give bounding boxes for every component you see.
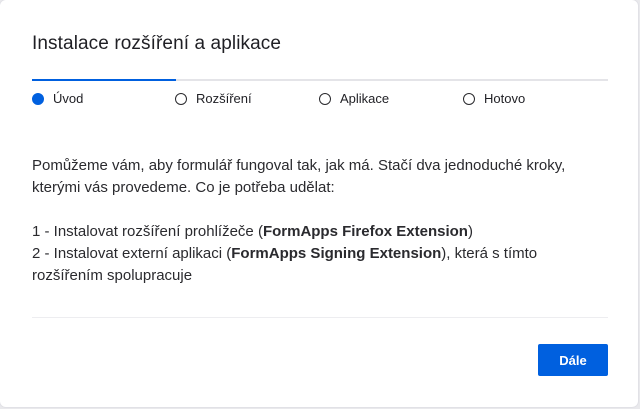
progress-bar [32, 79, 608, 81]
next-button[interactable]: Dále [538, 344, 608, 376]
step-uvod[interactable]: Úvod [32, 91, 83, 106]
step1-suffix: ) [467, 223, 473, 240]
step-label: Úvod [53, 91, 84, 106]
dialog-content: Pomůžeme vám, aby formulář fungoval tak,… [32, 155, 602, 287]
progress-bar-fill [32, 79, 176, 81]
step-radio-icon[interactable] [463, 92, 475, 105]
step-radio-icon[interactable] [175, 92, 187, 105]
footer-divider [32, 317, 608, 318]
step-rozsireni[interactable]: Rozšíření [175, 91, 252, 106]
step-radio-active-icon[interactable] [32, 92, 44, 105]
install-dialog: Instalace rozšíření a aplikace Úvod Rozš… [0, 0, 638, 407]
step-radio-icon[interactable] [319, 92, 331, 105]
step-hotovo[interactable]: Hotovo [463, 91, 525, 106]
step-label: Rozšíření [196, 91, 252, 106]
step2-app-name: FormApps Signing Extension [231, 245, 442, 262]
step2-prefix: 2 - Instalovat externí aplikaci ( [32, 245, 232, 262]
step1-prefix: 1 - Instalovat rozšíření prohlížeče ( [32, 223, 263, 240]
step2-text: 2 - Instalovat externí aplikaci (FormApp… [32, 243, 602, 287]
step-aplikace[interactable]: Aplikace [319, 91, 389, 106]
intro-text: Pomůžeme vám, aby formulář fungoval tak,… [32, 157, 566, 196]
step1-text: 1 - Instalovat rozšíření prohlížeče (For… [32, 221, 602, 243]
step1-extension-name: FormApps Firefox Extension [262, 223, 468, 240]
step-label: Hotovo [484, 91, 526, 106]
dialog-title: Instalace rozšíření a aplikace [32, 33, 282, 54]
step-label: Aplikace [340, 91, 390, 106]
step-indicator: Úvod Rozšíření Aplikace Hotovo [32, 91, 608, 107]
